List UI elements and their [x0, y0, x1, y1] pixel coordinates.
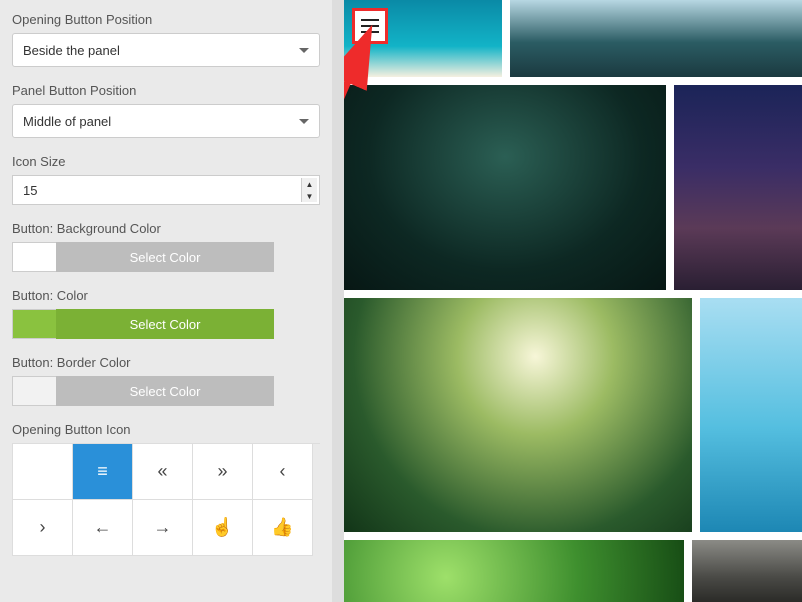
- opening-icon-label: Opening Button Icon: [12, 422, 320, 437]
- border-color-label: Button: Border Color: [12, 355, 320, 370]
- thumb-up-icon[interactable]: 👍: [253, 500, 313, 556]
- icon-size-label: Icon Size: [12, 154, 320, 169]
- hamburger-icon: [361, 25, 379, 27]
- double-left-icon[interactable]: «: [133, 444, 193, 500]
- preview-pane: [344, 0, 802, 602]
- panel-divider[interactable]: [332, 0, 344, 602]
- icon-size-step-down[interactable]: ▼: [301, 190, 317, 202]
- hamburger-icon[interactable]: ≡: [73, 444, 133, 500]
- image-gallery: [344, 0, 802, 602]
- double-right-icon[interactable]: »: [193, 444, 253, 500]
- border-color-button[interactable]: Select Color: [56, 376, 274, 406]
- panel-position-select[interactable]: Middle of panel: [12, 104, 320, 138]
- bg-color-button[interactable]: Select Color: [56, 242, 274, 272]
- icon-size-input[interactable]: 15 ▲ ▼: [12, 175, 320, 205]
- gallery-thumb[interactable]: [692, 540, 802, 602]
- hand-up-icon[interactable]: ☝: [193, 500, 253, 556]
- gallery-thumb[interactable]: [344, 85, 666, 290]
- color-label: Button: Color: [12, 288, 320, 303]
- icon-grid: ≡«»‹ ›←→☝👍: [12, 443, 320, 556]
- icon-size-step-up[interactable]: ▲: [301, 178, 317, 190]
- bg-color-swatch: [12, 242, 56, 272]
- arrow-right-icon[interactable]: →: [133, 500, 193, 556]
- settings-sidebar: Opening Button Position Beside the panel…: [0, 0, 332, 602]
- gallery-thumb[interactable]: [700, 298, 802, 532]
- opening-position-label: Opening Button Position: [12, 12, 320, 27]
- color-button[interactable]: Select Color: [56, 309, 274, 339]
- gallery-thumb[interactable]: [510, 0, 802, 77]
- gallery-thumb[interactable]: [344, 540, 684, 602]
- arrow-left-icon[interactable]: ←: [73, 500, 133, 556]
- color-swatch: [12, 309, 56, 339]
- opening-position-select[interactable]: Beside the panel: [12, 33, 320, 67]
- gallery-thumb[interactable]: [344, 298, 692, 532]
- single-left-icon[interactable]: ‹: [253, 444, 313, 500]
- panel-position-label: Panel Button Position: [12, 83, 320, 98]
- bg-color-label: Button: Background Color: [12, 221, 320, 236]
- border-color-swatch: [12, 376, 56, 406]
- gallery-thumb[interactable]: [674, 85, 802, 290]
- icon-none[interactable]: [13, 444, 73, 500]
- opening-button-preview[interactable]: [352, 8, 388, 44]
- single-right-icon[interactable]: ›: [13, 500, 73, 556]
